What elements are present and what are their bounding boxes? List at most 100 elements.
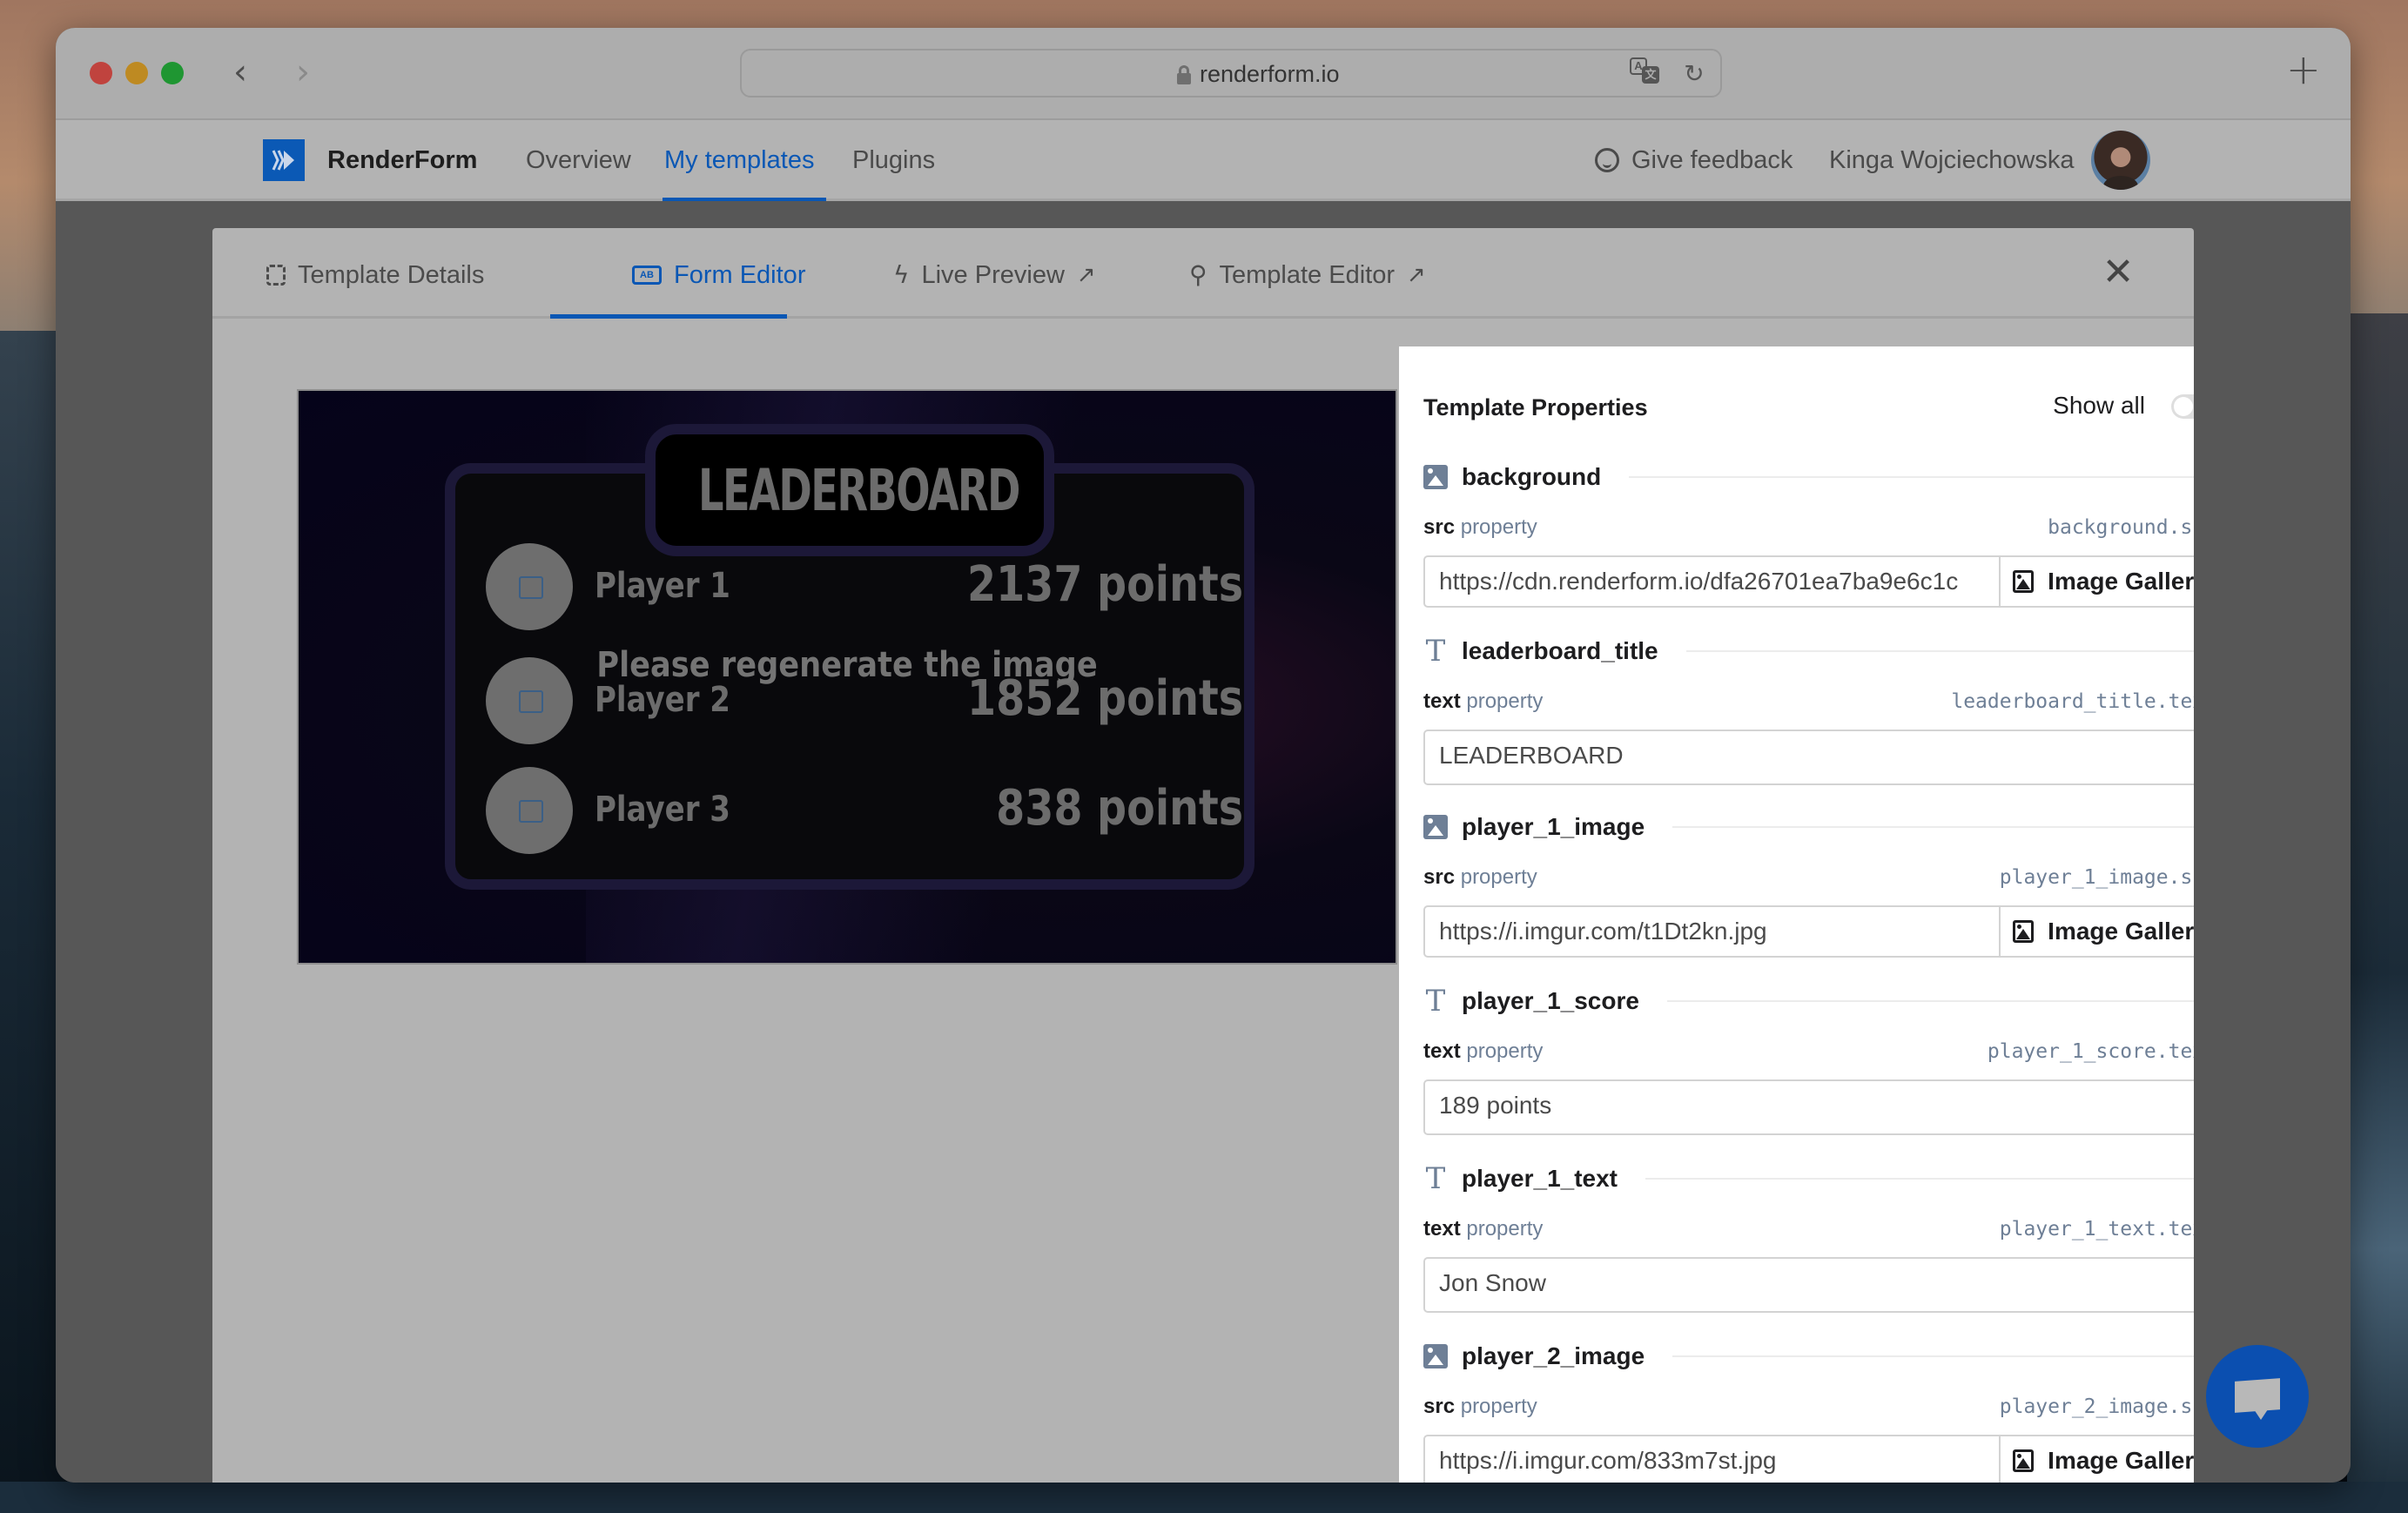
dashed-square-icon — [266, 265, 286, 286]
textarea-value[interactable]: 189 points — [1425, 1081, 2194, 1133]
leaderboard-title-textarea[interactable]: LEADERBOARD — [1423, 730, 2194, 785]
tab-template-editor[interactable]: ⚲ Template Editor ↗ — [1189, 258, 1426, 293]
property-kind: text property — [1423, 1217, 1544, 1241]
image-icon — [1423, 815, 1448, 839]
desktop-wallpaper-bottom — [0, 1482, 2408, 1513]
chat-support-button[interactable] — [2206, 1345, 2309, 1448]
panel-title: Template Properties — [1423, 394, 1648, 420]
chat-bubble-icon — [2235, 1378, 2280, 1413]
avatar[interactable] — [2091, 131, 2150, 190]
property-path: player_1_image.src — [1999, 866, 2194, 889]
renderform-logo[interactable] — [263, 139, 305, 181]
property-player-2-image: player_2_image src property player_2_ima… — [1423, 1339, 2194, 1483]
textarea-value[interactable]: LEADERBOARD — [1425, 731, 2194, 783]
divider — [1685, 650, 2194, 652]
brand-name[interactable]: RenderForm — [327, 144, 477, 177]
textarea-value[interactable]: Jon Snow — [1425, 1259, 2194, 1311]
show-all-toggle[interactable] — [2171, 394, 2194, 419]
tab-label: Template Details — [298, 261, 485, 289]
property-path: background.src — [2048, 516, 2194, 539]
player-2-image-src-input[interactable] — [1425, 1436, 1999, 1483]
close-icon[interactable]: ✕ — [2096, 251, 2140, 294]
url-text: renderform.io — [1200, 61, 1340, 87]
property-background: background src property background.src I… — [1423, 460, 2194, 608]
text-type-icon: T — [1425, 984, 1446, 1019]
player-1-image-src-input[interactable] — [1425, 907, 1999, 956]
property-path: player_1_text.text — [1999, 1218, 2194, 1241]
image-gallery-button[interactable]: Image Gallery — [1999, 907, 2194, 956]
divider — [1666, 1000, 2194, 1002]
external-link-icon: ↗ — [1076, 262, 1096, 288]
property-player-1-score: T player_1_score text property player_1_… — [1423, 984, 2194, 1135]
image-gallery-button[interactable]: Image Gallery — [1999, 1436, 2194, 1483]
property-kind: src property — [1423, 865, 1537, 889]
property-input-row: Image Gallery — [1423, 905, 2194, 958]
template-preview-image: LEADERBOARD Player 1 2137 points Player … — [297, 389, 1397, 965]
app-navbar: RenderForm Overview My templates Plugins… — [56, 120, 2351, 202]
property-player-1-image: player_1_image src property player_1_ima… — [1423, 810, 2194, 958]
property-kind: src property — [1423, 515, 1537, 539]
tab-active-indicator — [550, 314, 787, 319]
chevron-left-icon[interactable]: ‹ — [223, 50, 258, 94]
image-icon — [2013, 920, 2035, 943]
external-link-icon: ↗ — [1407, 262, 1426, 288]
tab-live-preview[interactable]: ϟ Live Preview ↗ — [893, 258, 1096, 293]
player-avatar — [486, 543, 573, 630]
player-avatar — [486, 767, 573, 854]
chat-bubble-tail — [2254, 1409, 2268, 1420]
reload-icon[interactable]: ↻ — [1678, 57, 1710, 91]
close-window-button[interactable] — [90, 62, 112, 84]
divider — [1672, 826, 2194, 828]
property-leaderboard-title: T leaderboard_title text property leader… — [1423, 634, 2194, 785]
player-1-score-textarea[interactable]: 189 points — [1423, 1079, 2194, 1135]
divider — [1672, 1355, 2194, 1357]
translate-icon[interactable]: A文 — [1630, 57, 1661, 87]
player-score: 838 points — [995, 780, 1243, 837]
background-src-input[interactable] — [1425, 557, 1999, 606]
chevron-right-icon[interactable]: › — [286, 50, 320, 94]
image-icon — [1423, 1344, 1448, 1368]
player-score: 2137 points — [966, 556, 1243, 613]
divider — [1645, 1178, 2194, 1180]
property-name: leaderboard_title — [1462, 637, 1658, 664]
property-path: player_2_image.src — [1999, 1395, 2194, 1418]
address-bar[interactable]: renderform.io A文 ↻ — [740, 49, 1722, 98]
maximize-window-button[interactable] — [161, 62, 184, 84]
show-all-label: Show all — [2053, 392, 2145, 419]
property-kind: text property — [1423, 689, 1544, 713]
text-type-icon: T — [1425, 1161, 1446, 1196]
tab-template-details[interactable]: Template Details — [266, 258, 484, 293]
image-icon — [1423, 465, 1448, 489]
nav-plugins[interactable]: Plugins — [852, 144, 935, 177]
regenerate-message: Please regenerate the image — [596, 645, 1098, 685]
tab-label: Live Preview — [921, 261, 1065, 289]
plus-icon[interactable]: + — [2286, 45, 2321, 94]
image-gallery-label: Image Gallery — [2048, 1447, 2194, 1474]
property-input-row: Image Gallery — [1423, 1435, 2194, 1483]
template-modal: Template Details AB Form Editor ϟ Live P… — [212, 228, 2194, 1483]
leaderboard-title-box: LEADERBOARD — [645, 424, 1054, 556]
minimize-window-button[interactable] — [125, 62, 148, 84]
property-name: background — [1462, 463, 1602, 490]
tab-form-editor[interactable]: AB Form Editor — [632, 258, 805, 293]
tab-label: Form Editor — [674, 261, 806, 289]
compass-icon: ⚲ — [1189, 260, 1207, 289]
lock-icon — [1177, 65, 1191, 84]
nav-overview[interactable]: Overview — [526, 144, 631, 177]
property-name: player_1_image — [1462, 813, 1645, 840]
modal-tabs: Template Details AB Form Editor ϟ Live P… — [212, 228, 2194, 319]
give-feedback-button[interactable]: Give feedback — [1595, 144, 1793, 177]
image-gallery-button[interactable]: Image Gallery — [1999, 557, 2194, 606]
property-path: player_1_score.text — [1987, 1040, 2194, 1063]
user-name[interactable]: Kinga Wojciechowska — [1829, 144, 2075, 177]
image-icon — [2013, 1449, 2035, 1472]
property-name: player_1_text — [1462, 1165, 1618, 1192]
image-icon — [2013, 570, 2035, 593]
browser-toolbar: ‹ › renderform.io A文 ↻ + — [56, 28, 2351, 120]
divider — [1629, 476, 2194, 478]
player-1-text-textarea[interactable]: Jon Snow — [1423, 1257, 2194, 1313]
leaderboard-row: Player 3 838 points — [486, 767, 1243, 854]
image-gallery-label: Image Gallery — [2048, 918, 2194, 945]
template-properties-panel: Template Properties Show all background … — [1399, 346, 2194, 1483]
nav-my-templates[interactable]: My templates — [664, 144, 814, 177]
